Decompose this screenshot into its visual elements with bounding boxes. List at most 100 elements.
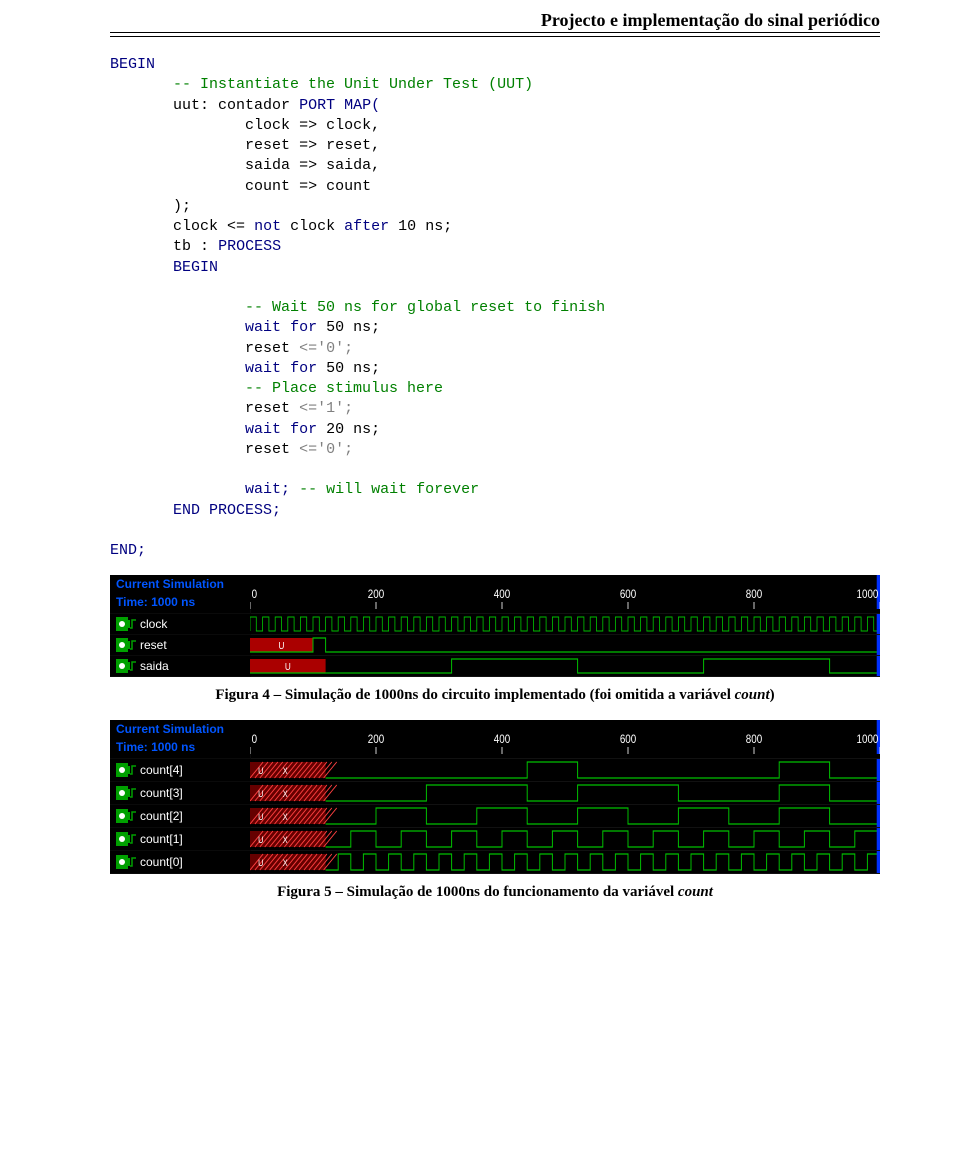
svg-text:0: 0: [252, 733, 257, 746]
caption-text: Figura 5 – Simulação de 1000ns do funcio…: [277, 884, 678, 900]
ident: tb: [173, 238, 191, 255]
kw: PORT MAP(: [299, 97, 380, 114]
svg-text:200: 200: [368, 733, 384, 746]
svg-text:600: 600: [620, 588, 636, 601]
svg-text:U: U: [258, 767, 263, 777]
sim-header-label: Current Simulation Time: 1000 ns: [110, 575, 250, 613]
sim-header-l2: Time: 1000 ns: [116, 741, 195, 755]
signal-name: count[4]: [140, 763, 183, 777]
ident: reset: [245, 441, 290, 458]
wave-reset: U: [250, 635, 880, 655]
sim-header-l1: Current Simulation: [116, 578, 224, 592]
ident: reset: [245, 400, 290, 417]
kw: after: [344, 218, 389, 235]
header-rule: [110, 36, 880, 37]
op: <=: [227, 218, 245, 235]
ident: contador: [218, 97, 290, 114]
ident: reset: [245, 137, 290, 154]
signal-toggle-icon: [116, 855, 136, 869]
svg-text:800: 800: [746, 733, 762, 746]
sim-header-label: Current Simulation Time: 1000 ns: [110, 720, 250, 758]
kw: PROCESS: [218, 238, 281, 255]
ident: clock,: [326, 117, 380, 134]
svg-text:U: U: [258, 859, 263, 869]
wave-count3: UX: [250, 782, 880, 804]
signal-toggle-icon: [116, 763, 136, 777]
sim-time-axis: 02004006008001000: [250, 720, 880, 754]
caption-text: Figura 4 – Simulação de 1000ns do circui…: [215, 687, 734, 703]
signal-toggle-icon: [116, 809, 136, 823]
op: =>: [299, 137, 317, 154]
svg-text:400: 400: [494, 733, 510, 746]
signal-label-count0: count[0]: [110, 851, 250, 873]
comment: -- Wait 50 ns for global reset to finish: [245, 299, 605, 316]
signal-toggle-icon: [116, 659, 136, 673]
svg-text:600: 600: [620, 733, 636, 746]
signal-label-count2: count[2]: [110, 805, 250, 827]
num: 50: [326, 319, 344, 336]
figure4-caption: Figura 4 – Simulação de 1000ns do circui…: [110, 687, 880, 704]
num: 10: [398, 218, 416, 235]
comment: -- will wait forever: [299, 481, 479, 498]
svg-text:X: X: [283, 767, 288, 777]
caption-ital: count: [735, 687, 770, 703]
unit: ns;: [353, 360, 380, 377]
svg-text:X: X: [283, 836, 288, 846]
kw: not: [254, 218, 281, 235]
op: =>: [299, 117, 317, 134]
signal-name: clock: [140, 617, 167, 631]
svg-text:200: 200: [368, 588, 384, 601]
op: =>: [299, 157, 317, 174]
svg-text:X: X: [283, 813, 288, 823]
signal-label-count1: count[1]: [110, 828, 250, 850]
wave-count1: UX: [250, 828, 880, 850]
kw: for: [290, 421, 317, 438]
svg-text:U: U: [258, 790, 263, 800]
signal-toggle-icon: [116, 638, 136, 652]
ident: count: [326, 178, 371, 195]
unit: ns;: [425, 218, 452, 235]
signal-label-count4: count[4]: [110, 759, 250, 781]
kw: wait;: [245, 481, 290, 498]
signal-toggle-icon: [116, 832, 136, 846]
page-header: Projecto e implementação do sinal periód…: [110, 10, 880, 33]
svg-text:X: X: [283, 859, 288, 869]
comment: -- Place stimulus here: [245, 380, 443, 397]
svg-text:U: U: [258, 813, 263, 823]
sim-time-axis: 02004006008001000: [250, 575, 880, 609]
simulation-figure-5: Current Simulation Time: 1000 ns 0 200 400…: [110, 720, 880, 874]
caption-close: ): [770, 687, 775, 703]
simulation-figure-4: Current Simulation Time: 1000 ns 0 200 400…: [110, 575, 880, 677]
signal-label-clock: clock: [110, 614, 250, 634]
unit: ns;: [353, 421, 380, 438]
wave-count4: UX: [250, 759, 880, 781]
kw-begin: BEGIN: [110, 56, 155, 73]
page-title: Projecto e implementação do sinal periód…: [541, 10, 880, 30]
num: 50: [326, 360, 344, 377]
signal-label-reset: reset: [110, 635, 250, 655]
wave-clock: [250, 614, 880, 634]
signal-toggle-icon: [116, 617, 136, 631]
kw: wait: [245, 319, 281, 336]
str: <='1';: [299, 400, 353, 417]
figure5-caption: Figura 5 – Simulação de 1000ns do funcio…: [110, 884, 880, 901]
signal-label-saida: saida: [110, 656, 250, 676]
kw: for: [290, 319, 317, 336]
kw: END PROCESS;: [173, 502, 281, 519]
svg-text:400: 400: [494, 588, 510, 601]
ident: clock: [245, 117, 290, 134]
ident: reset,: [326, 137, 380, 154]
svg-text:X: X: [283, 790, 288, 800]
svg-text:U: U: [279, 640, 285, 651]
ident: uut:: [173, 97, 209, 114]
svg-text:U: U: [258, 836, 263, 846]
svg-text:0: 0: [252, 588, 257, 601]
signal-name: saida: [140, 659, 169, 673]
wave-saida: U: [250, 656, 880, 676]
svg-text:1000: 1000: [857, 588, 879, 601]
ident: saida,: [326, 157, 380, 174]
ident: reset: [245, 340, 290, 357]
wave-count2: UX: [250, 805, 880, 827]
unit: ns;: [353, 319, 380, 336]
vhdl-code-block: BEGIN -- Instantiate the Unit Under Test…: [110, 55, 880, 561]
